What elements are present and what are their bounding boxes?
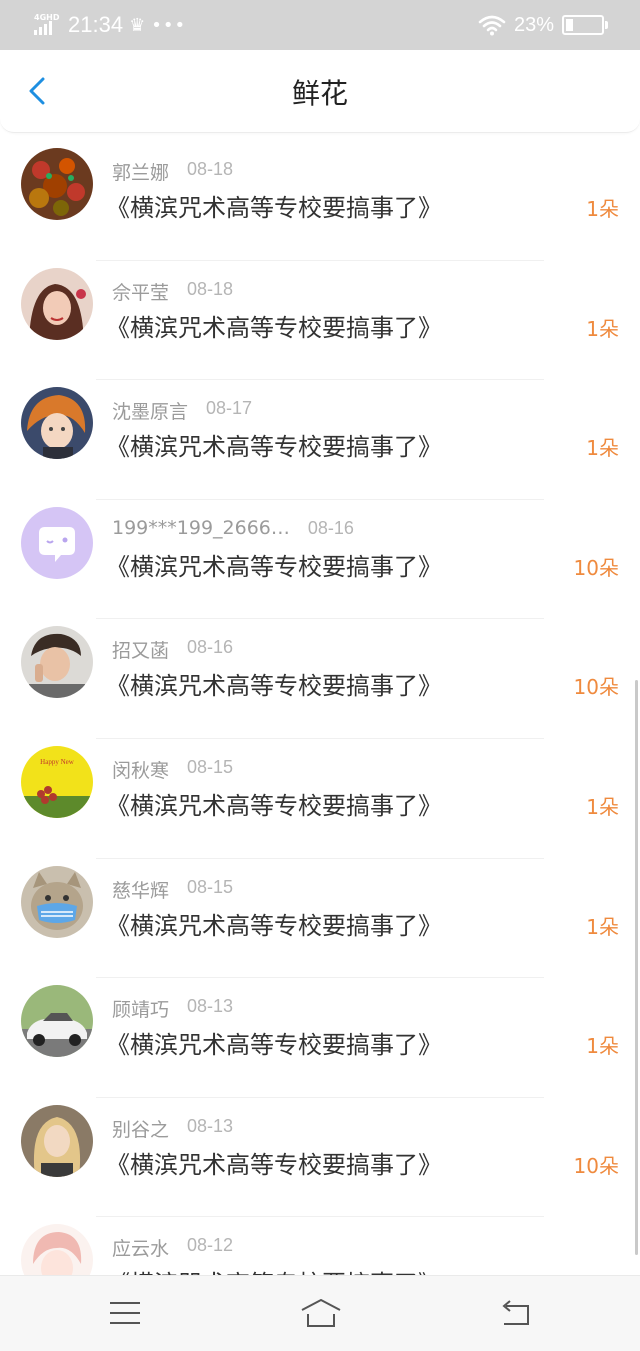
book-title: 《横滨咒术高等专校要搞事了》: [106, 433, 442, 462]
user-name: 别谷之: [112, 1118, 170, 1141]
crown-icon: ♛: [129, 14, 146, 36]
status-time: 21:34: [68, 12, 124, 37]
status-right: 23%: [478, 13, 608, 37]
menu-icon: [110, 1302, 140, 1324]
flower-count: 10朵: [573, 1153, 619, 1178]
gift-date: 08-16: [187, 637, 234, 658]
list-item[interactable]: 郭兰娜 08-18 《横滨咒术高等专校要搞事了》 1朵: [0, 141, 640, 261]
anime-avatar[interactable]: [21, 387, 93, 460]
user-name: 慈华辉: [112, 879, 170, 902]
gift-date: 08-13: [187, 996, 234, 1017]
book-title: 《横滨咒术高等专校要搞事了》: [106, 194, 442, 222]
user-name: 应云水: [112, 1238, 170, 1261]
gift-date: 08-13: [187, 1115, 234, 1136]
blonde-avatar[interactable]: [21, 1104, 93, 1177]
battery-icon: [562, 15, 608, 35]
svg-text:Happy New: Happy New: [40, 758, 75, 766]
new-year-avatar[interactable]: Happy New: [21, 746, 93, 818]
battery-percent: 23%: [513, 13, 554, 36]
default-chat-avatar[interactable]: [21, 506, 93, 579]
flower-count: 10朵: [573, 555, 619, 580]
user-name: 招又菡: [112, 640, 170, 663]
book-title: 《横滨咒术高等专校要搞事了》: [106, 1031, 442, 1060]
bottom-nav: [0, 1275, 640, 1351]
book-title: 《横滨咒术高等专校要搞事了》: [106, 792, 442, 820]
list-item[interactable]: 佘平莹 08-18 《横滨咒术高等专校要搞事了》 1朵: [0, 261, 640, 381]
signal-icon: 4GHD: [34, 14, 62, 36]
user-name: 佘平莹: [112, 281, 170, 304]
status-left: 4GHD 21:34 ♛ •••: [34, 12, 186, 38]
list-item[interactable]: 别谷之 08-13 《横滨咒术高等专校要搞事了》 10朵: [0, 1098, 640, 1218]
flower-count: 1朵: [586, 197, 619, 221]
page-title: 鲜花: [291, 77, 348, 110]
status-bar: 4GHD 21:34 ♛ ••• 23%: [0, 0, 640, 50]
header: 鲜花: [0, 50, 640, 133]
wifi-icon: [478, 15, 506, 36]
user-name: 闵秋寒: [112, 760, 170, 782]
gift-date: 08-18: [187, 278, 234, 299]
flower-count: 10朵: [573, 675, 619, 700]
book-title: 《横滨咒术高等专校要搞事了》: [106, 672, 442, 701]
more-notifications-icon: •••: [151, 14, 187, 36]
list-item[interactable]: 应云水08-12《横滨咒术高等专校要搞事了》1朵: [0, 1217, 640, 1276]
user-name: 顾靖巧: [112, 999, 170, 1022]
cat-mask-avatar[interactable]: [21, 865, 93, 938]
book-title: 《横滨咒术高等专校要搞事了》: [106, 313, 442, 342]
menu-button[interactable]: [108, 1298, 142, 1328]
book-title: 《横滨咒术高等专校要搞事了》: [106, 552, 442, 581]
flower-list[interactable]: 郭兰娜 08-18 《横滨咒术高等专校要搞事了》 1朵 佘平莹 08-18 《横滨咒术高等…: [0, 132, 640, 1276]
illustration-avatar[interactable]: [21, 1224, 93, 1276]
system-back-button[interactable]: [498, 1298, 532, 1328]
book-title: 《横滨咒术高等专校要搞事了》: [106, 911, 442, 940]
gift-date: 08-17: [206, 398, 253, 419]
gift-date: 08-15: [187, 757, 234, 777]
gift-date: 08-12: [187, 1235, 234, 1256]
scrollbar[interactable]: [635, 680, 638, 1255]
flower-count: 1朵: [586, 795, 619, 819]
flower-count: 1朵: [586, 436, 619, 461]
list-item[interactable]: 招又菡 08-16 《横滨咒术高等专校要搞事了》 10朵: [0, 619, 640, 739]
list-item[interactable]: Happy New 闵秋寒 08-15 《横滨咒术高等专校要搞事了》 1朵: [0, 739, 640, 859]
flower-count: 1朵: [586, 914, 619, 939]
list-item[interactable]: 199***199_2666… 08-16 《横滨咒术高等专校要搞事了》 10朵: [0, 500, 640, 620]
gift-date: 08-15: [187, 876, 234, 897]
user-name: 沈墨原言: [112, 401, 189, 424]
user-name: 郭兰娜: [112, 162, 170, 184]
list-item[interactable]: 顾靖巧 08-13 《横滨咒术高等专校要搞事了》 1朵: [0, 978, 640, 1098]
car-avatar[interactable]: [21, 985, 93, 1058]
woman-avatar[interactable]: [21, 267, 93, 340]
book-title: 《横滨咒术高等专校要搞事了》: [106, 1150, 442, 1179]
home-button[interactable]: [300, 1298, 342, 1328]
flower-count: 1朵: [586, 1034, 619, 1059]
user-name: 199***199_2666…: [112, 516, 290, 539]
return-icon: [502, 1300, 529, 1325]
list-item[interactable]: 沈墨原言 08-17 《横滨咒术高等专校要搞事了》 1朵: [0, 380, 640, 500]
food-avatar[interactable]: [21, 148, 93, 220]
man-avatar[interactable]: [21, 626, 93, 699]
list-item[interactable]: 慈华辉 08-15 《横滨咒术高等专校要搞事了》 1朵: [0, 859, 640, 979]
gift-date: 08-18: [187, 159, 234, 179]
home-icon: [301, 1299, 341, 1327]
gift-date: 08-16: [307, 517, 354, 538]
flower-count: 1朵: [586, 316, 619, 341]
